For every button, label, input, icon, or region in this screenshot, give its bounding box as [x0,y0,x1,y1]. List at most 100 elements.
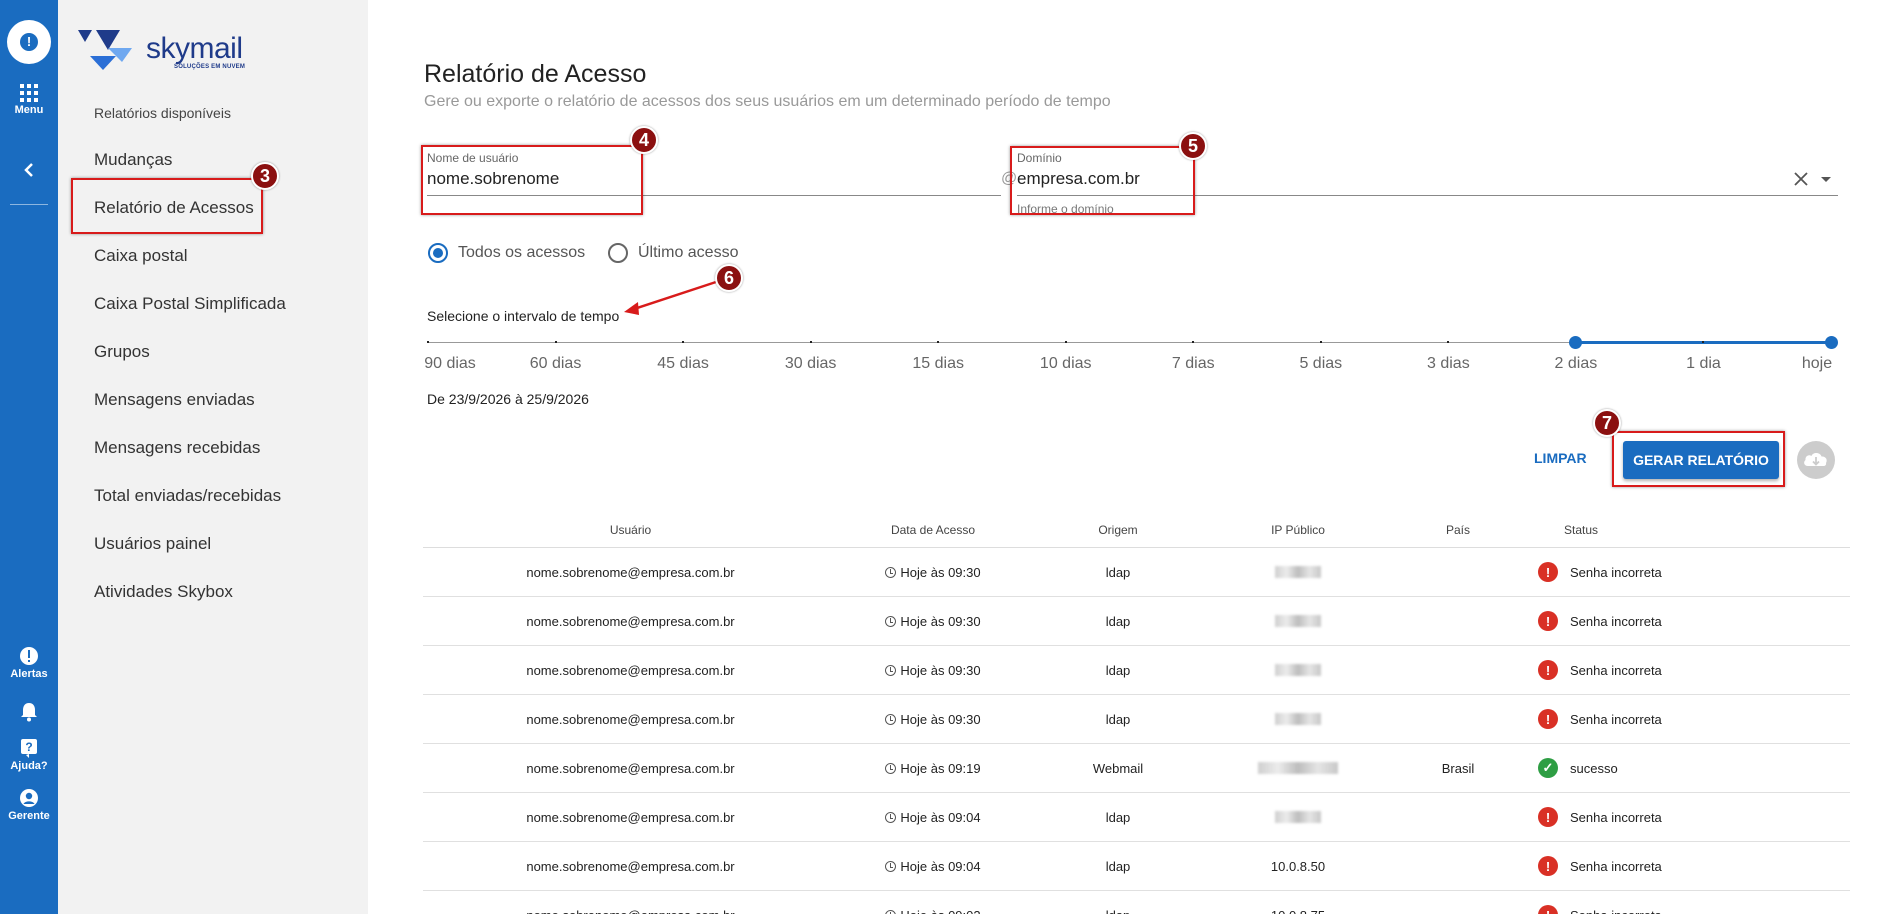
header-date[interactable]: Data de Acesso [838,512,1028,547]
cell-origin: ldap [1105,662,1131,678]
sidebar-item-mensagens-enviadas[interactable]: Mensagens enviadas [94,386,286,434]
collapse-button[interactable] [0,162,58,180]
chevron-down-icon[interactable] [1820,176,1832,184]
slider-tick-label[interactable]: 3 dias [1427,355,1470,373]
error-circle-icon: ! [1538,856,1558,876]
header-ip[interactable]: IP Público [1208,512,1388,547]
date-text: Hoje às 09:04 [900,858,981,874]
clear-button[interactable]: LIMPAR [1534,450,1587,466]
cell-user: nome.sobrenome@empresa.com.br [423,891,838,914]
table-row[interactable]: nome.sobrenome@empresa.com.br Hoje às 09:… [423,793,1850,842]
slider-tick-label[interactable]: 10 dias [1040,355,1092,373]
callout-badge-7: 7 [1593,409,1621,437]
ip-redacted [1275,615,1321,627]
slider-tick [554,341,557,343]
app-logo-icon[interactable]: ! [7,20,51,64]
slider-tick [1447,341,1450,343]
radio-all-access[interactable]: Todos os acessos [428,243,585,263]
ip-text: 10.0.8.50 [1270,858,1326,874]
sidebar-item-total-enviadas-recebidas[interactable]: Total enviadas/recebidas [94,482,286,530]
sidebar-item-caixa-postal[interactable]: Caixa postal [94,242,286,290]
radio-all-label: Todos os acessos [458,244,586,261]
table-row[interactable]: nome.sobrenome@empresa.com.br Hoje às 09:… [423,744,1850,793]
table-row[interactable]: nome.sobrenome@empresa.com.br Hoje às 09:… [423,842,1850,891]
skymail-logo-icon [78,30,132,70]
header-status[interactable]: Status [1528,512,1778,547]
sidebar-item-mensagens-recebidas[interactable]: Mensagens recebidas [94,434,286,482]
table-row[interactable]: nome.sobrenome@empresa.com.br Hoje às 09:… [423,548,1850,597]
date-text: Hoje às 09:30 [900,711,981,727]
help-button[interactable]: ? Ajuda? [0,738,58,772]
download-button[interactable] [1797,441,1835,479]
callout-box-7 [1612,431,1785,487]
cell-ip [1208,548,1388,596]
status-text: Senha incorreta [1570,809,1662,825]
header-country[interactable]: País [1388,512,1528,547]
skymail-logo: skymail SOLUÇÕES EM NUVEM [78,26,278,76]
status-text: Senha incorreta [1570,564,1662,580]
alerts-button[interactable]: Alertas [0,646,58,680]
radio-last-label: Último acesso [638,244,739,261]
error-circle-icon: ! [1538,905,1558,914]
cell-user: nome.sobrenome@empresa.com.br [526,809,735,825]
radio-unchecked-icon [608,243,628,263]
slider-tick-label[interactable]: hoje [1802,355,1832,373]
cell-ip [1208,695,1388,743]
status-text: Senha incorreta [1570,662,1662,678]
header-origin[interactable]: Origem [1028,512,1208,547]
header-user[interactable]: Usuário [423,512,838,547]
radio-last-access[interactable]: Último acesso [608,243,738,263]
cell-origin: ldap [1105,613,1131,629]
cell-status: ! Senha incorreta [1528,891,1778,914]
slider-thumb-end[interactable] [1825,336,1838,349]
clock-icon [885,566,897,578]
slider-tick-label[interactable]: 1 dia [1686,355,1721,373]
date-text: Hoje às 09:02 [900,908,980,914]
table-row[interactable]: nome.sobrenome@empresa.com.br Hoje às 09:… [423,646,1850,695]
status-text: Senha incorreta [1570,613,1662,629]
sidebar-item-atividades-skybox[interactable]: Atividades Skybox [94,578,286,626]
radio-checked-icon [428,243,448,263]
slider-tick-label[interactable]: 45 dias [657,355,709,373]
table-row[interactable]: nome.sobrenome@empresa.com.br Hoje às 09:… [423,891,1850,914]
table-row[interactable]: nome.sobrenome@empresa.com.br Hoje às 09:… [423,695,1850,744]
grid-icon [20,84,38,102]
cell-date: Hoje às 09:30 [838,695,1028,743]
error-circle-icon: ! [1538,807,1558,827]
menu-button[interactable]: Menu [0,84,58,116]
cell-date: Hoje às 09:04 [838,842,1028,890]
slider-tick-label[interactable]: 7 dias [1172,355,1215,373]
slider-tick [1319,341,1322,343]
slider-tick-label[interactable]: 15 dias [912,355,964,373]
cell-origin: ldap [1105,564,1131,580]
status-text: Senha incorreta [1570,908,1662,914]
error-circle-icon: ! [1538,611,1558,631]
cell-user: nome.sobrenome@empresa.com.br [526,564,735,580]
slider-tick-label[interactable]: 5 dias [1299,355,1342,373]
notifications-button[interactable] [0,702,58,724]
clock-icon [885,860,897,872]
error-circle-icon: ! [1538,562,1558,582]
slider-tick-label[interactable]: 90 dias [424,355,476,373]
callout-box-3 [71,178,263,234]
ip-redacted [1275,566,1321,578]
table-row[interactable]: nome.sobrenome@empresa.com.br Hoje às 09:… [423,597,1850,646]
callout-arrow-6 [624,280,717,315]
alert-icon [20,647,38,665]
cell-origin: ldap [1028,891,1208,914]
page-subtitle: Gere ou exporte o relatório de acessos d… [424,93,1111,110]
cell-date: Hoje às 09:30 [838,597,1028,645]
table-body: nome.sobrenome@empresa.com.br Hoje às 09:… [423,548,1850,914]
slider-tick-label[interactable]: 2 dias [1555,355,1598,373]
sidebar-item-grupos[interactable]: Grupos [94,338,286,386]
clear-icon[interactable] [1794,172,1808,186]
sidebar-item-caixa-postal-simplificada[interactable]: Caixa Postal Simplificada [94,290,286,338]
clock-icon [885,811,897,823]
cell-date: Hoje às 09:19 [838,744,1028,792]
slider-tick-label[interactable]: 30 dias [785,355,837,373]
sidebar-item-usuarios-painel[interactable]: Usuários painel [94,530,286,578]
slider-tick-label[interactable]: 60 dias [530,355,582,373]
manager-button[interactable]: Gerente [0,788,58,822]
slider-thumb-start[interactable] [1569,336,1582,349]
slider-tick [682,341,685,343]
